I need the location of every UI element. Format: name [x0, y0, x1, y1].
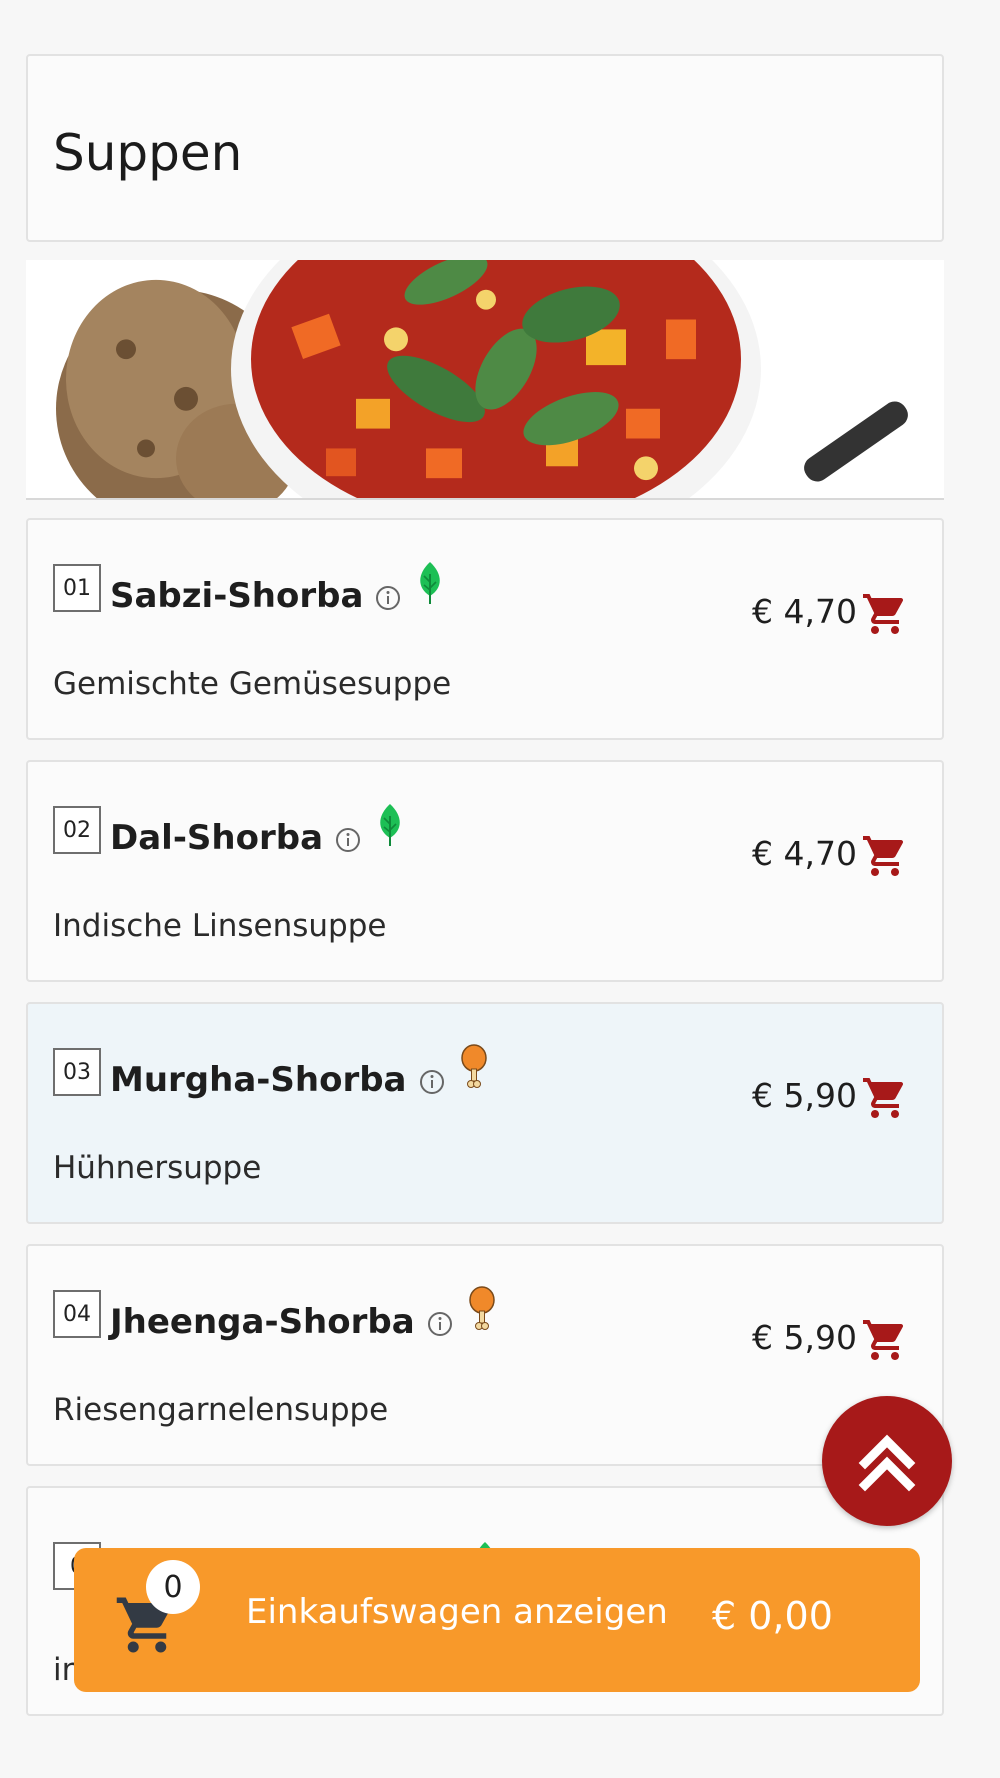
item-price: € 4,70	[752, 592, 857, 631]
item-name-row: Sabzi-Shorba	[110, 562, 445, 616]
leaf-icon	[380, 804, 400, 846]
item-name: Sabzi-Shorba	[110, 576, 364, 616]
item-price: € 4,70	[752, 834, 857, 873]
double-chevron-up-icon	[858, 1434, 916, 1492]
category-title: Suppen	[53, 124, 243, 182]
info-icon[interactable]	[335, 827, 361, 853]
info-icon[interactable]	[375, 585, 401, 611]
category-banner-image	[26, 260, 944, 500]
cart-label: Einkaufswagen anzeigen	[246, 1592, 668, 1632]
item-description: Hühnersuppe	[53, 1150, 262, 1186]
view-cart-button[interactable]: 0 Einkaufswagen anzeigen € 0,00	[74, 1548, 920, 1692]
item-name-row: Jheenga-Shorba	[110, 1286, 497, 1342]
cart-total: € 0,00	[712, 1594, 833, 1638]
add-to-cart-icon[interactable]	[860, 832, 910, 880]
menu-item[interactable]: 03 Murgha-Shorba Hühnersuppe € 5,90	[26, 1002, 944, 1224]
item-number: 03	[53, 1048, 101, 1096]
cart-count-badge: 0	[146, 1560, 200, 1614]
menu-item[interactable]: 02 Dal-Shorba Indische Linsensuppe € 4,7…	[26, 760, 944, 982]
item-name: Murgha-Shorba	[110, 1060, 407, 1100]
add-to-cart-icon[interactable]	[860, 590, 910, 638]
item-number: 04	[53, 1290, 101, 1338]
item-name: Dal-Shorba	[110, 818, 324, 858]
chicken-leg-icon	[460, 1044, 487, 1088]
item-price: € 5,90	[752, 1076, 857, 1115]
item-name: Jheenga-Shorba	[110, 1302, 415, 1342]
item-name-row: Murgha-Shorba	[110, 1044, 489, 1100]
item-description: Gemischte Gemüsesuppe	[53, 666, 452, 702]
item-description: Riesengarnelensuppe	[53, 1392, 389, 1428]
item-description: Indische Linsensuppe	[53, 908, 387, 944]
menu-item[interactable]: 04 Jheenga-Shorba Riesengarnelensuppe € …	[26, 1244, 944, 1466]
item-number: 01	[53, 564, 101, 612]
menu-item[interactable]: 01 Sabzi-Shorba Gemischte Gemüsesuppe € …	[26, 518, 944, 740]
item-number: 02	[53, 806, 101, 854]
item-price: € 5,90	[752, 1318, 857, 1357]
chicken-leg-icon	[468, 1286, 495, 1330]
add-to-cart-icon[interactable]	[860, 1316, 910, 1364]
add-to-cart-icon[interactable]	[860, 1074, 910, 1122]
item-name-row: Dal-Shorba	[110, 804, 405, 858]
info-icon[interactable]	[427, 1311, 453, 1337]
info-icon[interactable]	[419, 1069, 445, 1095]
leaf-icon	[420, 562, 441, 604]
category-header: Suppen	[26, 54, 944, 242]
scroll-to-top-button[interactable]	[822, 1396, 952, 1526]
